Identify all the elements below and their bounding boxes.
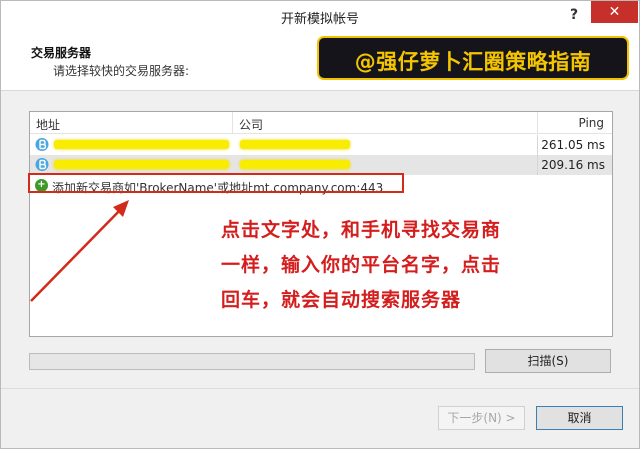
server-icon — [35, 158, 49, 171]
column-address[interactable]: 地址 — [36, 116, 60, 133]
annotation-line: 点击文字处，和手机寻找交易商 — [221, 219, 502, 241]
list-header: 地址 公司 Ping — [30, 112, 612, 134]
title-bar: 开新模拟帐号 ? ✕ — [1, 1, 639, 31]
redacted-server-name — [54, 160, 229, 169]
redacted-company-name — [240, 140, 350, 149]
column-ping[interactable]: Ping — [578, 116, 604, 130]
window-title: 开新模拟帐号 — [280, 12, 359, 27]
redacted-company-name — [240, 160, 350, 169]
row-separator — [537, 135, 538, 155]
watermark-banner: @强仔萝卜汇圈策略指南 — [317, 36, 629, 80]
server-icon — [35, 138, 49, 151]
ping-value: 261.05 ms — [541, 138, 605, 152]
footer-divider — [1, 388, 639, 389]
dialog-window: 开新模拟帐号 ? ✕ 交易服务器 请选择较快的交易服务器: @强仔萝卜汇圈策略指… — [0, 0, 640, 449]
close-button[interactable]: ✕ — [591, 1, 638, 23]
scan-progress-bar — [29, 353, 475, 370]
server-row[interactable]: 261.05 ms — [30, 135, 612, 155]
cancel-button[interactable]: 取消 — [536, 406, 623, 430]
annotation-line: 回车，就会自动搜索服务器 — [221, 289, 462, 311]
row-separator — [537, 155, 538, 175]
banner-text: @强仔萝卜汇圈策略指南 — [354, 50, 592, 74]
annotation-text: 点击文字处，和手机寻找交易商 一样，输入你的平台名字，点击 回车，就会自动搜索服… — [221, 213, 591, 318]
server-row[interactable]: 209.16 ms — [30, 155, 612, 175]
annotation-line: 一样，输入你的平台名字，点击 — [221, 254, 502, 276]
column-separator[interactable] — [537, 112, 538, 134]
column-company[interactable]: 公司 — [239, 116, 263, 133]
ping-value: 209.16 ms — [541, 158, 605, 172]
scan-button[interactable]: 扫描(S) — [485, 349, 611, 373]
column-separator[interactable] — [232, 112, 233, 134]
redacted-server-name — [54, 140, 229, 149]
highlight-box — [28, 173, 404, 193]
section-subtitle: 请选择较快的交易服务器: — [53, 64, 190, 78]
section-title: 交易服务器 — [31, 46, 92, 60]
next-button[interactable]: 下一步(N) > — [438, 406, 525, 430]
help-button[interactable]: ? — [561, 4, 587, 28]
